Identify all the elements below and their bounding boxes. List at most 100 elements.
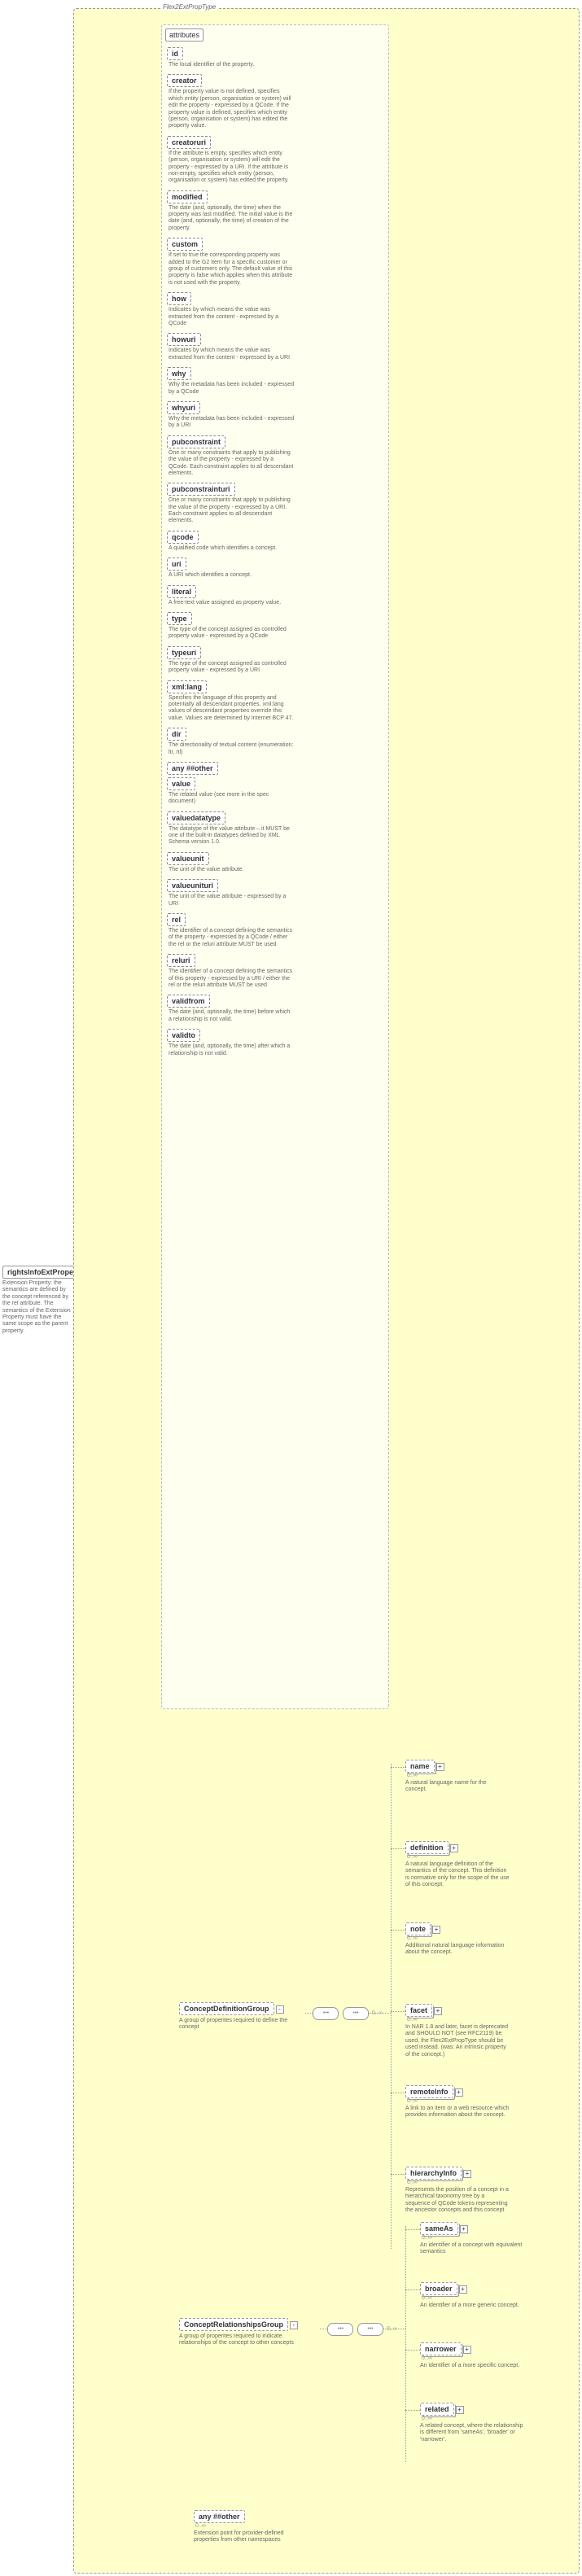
attribute-name: literal bbox=[167, 585, 196, 598]
child-desc: An identifier of a more specific concept… bbox=[420, 2363, 519, 2369]
attribute-literal: literalA free-text value assigned as pro… bbox=[167, 585, 383, 606]
choice-compositor-icon bbox=[357, 2323, 383, 2336]
child-element-box: related bbox=[420, 2403, 454, 2416]
attribute-creatoruri: creatoruriIf the attribute is empty, spe… bbox=[167, 136, 383, 185]
attribute-whyuri: whyuri Why the metadata has been included… bbox=[167, 401, 383, 430]
attribute-valueunit: valueunit The unit of the value attribute… bbox=[167, 852, 383, 873]
attribute-desc: The directionality of textual content (e… bbox=[168, 742, 295, 756]
attribute-name: any ##other bbox=[167, 762, 218, 775]
expand-icon[interactable]: + bbox=[434, 2007, 442, 2015]
attribute-name: whyuri bbox=[167, 401, 200, 414]
attribute-desc: The date (and, optionally, the time) whe… bbox=[168, 205, 295, 233]
expand-icon[interactable]: + bbox=[460, 2225, 468, 2233]
sequence-compositor-icon bbox=[327, 2323, 353, 2336]
child-element-box: facet bbox=[405, 2004, 432, 2017]
child-occurrence: 0..∞ bbox=[405, 2017, 510, 2023]
attribute-validto: validtoThe date (and, optionally, the ti… bbox=[167, 1029, 383, 1057]
attribute-desc: The identifier of a concept defining the… bbox=[168, 928, 295, 948]
attribute-name: why bbox=[167, 367, 191, 380]
attribute-desc: Indicates by which means the value was e… bbox=[168, 307, 295, 327]
child-element-box: narrower bbox=[420, 2342, 462, 2355]
attribute-name: creator bbox=[167, 74, 202, 87]
child-occurrence: 0..∞ bbox=[420, 2235, 524, 2241]
expand-icon[interactable]: + bbox=[436, 1763, 444, 1771]
attribute-desc: The related value (see more in the spec … bbox=[168, 792, 295, 806]
child-element-box: broader bbox=[420, 2282, 457, 2295]
any-other-occurrence: 0..∞ bbox=[194, 2523, 373, 2529]
attribute-desc: Indicates by which means the value was e… bbox=[168, 348, 295, 361]
child-occurrence: 0..∞ bbox=[405, 2180, 510, 2185]
child-occurrence: 0..∞ bbox=[405, 1854, 510, 1860]
attribute-desc: Specifies the language of this property … bbox=[168, 695, 295, 723]
attribute-name: typeuri bbox=[167, 646, 201, 659]
expand-icon[interactable]: + bbox=[456, 2406, 464, 2414]
expand-icon[interactable]: + bbox=[455, 2088, 463, 2097]
expand-icon[interactable]: + bbox=[432, 1926, 440, 1934]
child-hierarchyInfo: hierarchyInfo+0..∞Represents the positio… bbox=[405, 2167, 510, 2215]
child-occurrence: 0..∞ bbox=[405, 2098, 510, 2104]
child-desc: A link to an item or a web resource whic… bbox=[405, 2106, 510, 2119]
attribute-desc: The local identifier of the property. bbox=[168, 62, 295, 68]
child-occurrence: 0..∞ bbox=[420, 2295, 519, 2301]
cdg-desc: A group of properites required to define… bbox=[179, 2018, 301, 2031]
attribute-typeuri: typeuri The type of the concept assigned … bbox=[167, 646, 383, 675]
attribute-desc: The identifier of a concept defining the… bbox=[168, 969, 295, 989]
attribute-pubconstrainturi: pubconstrainturiOne or many constraints … bbox=[167, 483, 383, 525]
child-note: note+0..∞Additional natural language inf… bbox=[405, 1922, 510, 1957]
child-remoteInfo: remoteInfo+0..∞A link to an item or a we… bbox=[405, 2085, 510, 2119]
child-occurrence: 0..∞ bbox=[405, 1935, 510, 1941]
attribute-desc: Why the metadata has been included - exp… bbox=[168, 416, 295, 430]
attribute-name: dir bbox=[167, 728, 186, 741]
collapse-icon[interactable]: - bbox=[290, 2321, 298, 2329]
attribute-name: modified bbox=[167, 190, 208, 203]
attributes-group: attributes idThe local identifier of the… bbox=[161, 24, 389, 1709]
child-desc: An identifier of a more generic concept. bbox=[420, 2303, 519, 2309]
attribute-name: uri bbox=[167, 558, 186, 571]
attribute-name: validfrom bbox=[167, 995, 210, 1008]
child-occurrence: 0..∞ bbox=[405, 1773, 510, 1778]
attribute-name: valueunituri bbox=[167, 879, 218, 892]
expand-icon[interactable]: + bbox=[459, 2285, 467, 2294]
child-narrower: narrower+0..∞An identifier of a more spe… bbox=[420, 2342, 519, 2369]
child-desc: A natural language definition of the sem… bbox=[405, 1861, 510, 1889]
attribute-validfrom: validfromThe date (and, optionally, the … bbox=[167, 995, 383, 1023]
attribute-desc: If set to true the corresponding propert… bbox=[168, 252, 295, 286]
child-element-box: hierarchyInfo bbox=[405, 2167, 462, 2180]
attribute-desc: The unit of the value attribute - expres… bbox=[168, 894, 295, 908]
attribute-valueunituri: valueunituri The unit of the value attrib… bbox=[167, 879, 383, 908]
attribute-desc: The unit of the value attribute. bbox=[168, 867, 295, 873]
collapse-icon[interactable]: - bbox=[276, 2005, 284, 2014]
attribute-how: howIndicates by which means the value wa… bbox=[167, 292, 383, 327]
expand-icon[interactable]: + bbox=[450, 1844, 458, 1852]
attribute-name: reluri bbox=[167, 954, 195, 967]
any-other-desc: Extension point for provider-defined pro… bbox=[194, 2530, 308, 2544]
attribute-creator: creatorIf the property value is not defi… bbox=[167, 74, 383, 129]
attribute-desc: The type of the concept assigned as cont… bbox=[168, 661, 295, 675]
child-name: name+0..∞A natural language name for the… bbox=[405, 1760, 510, 1794]
attribute-rel: relThe identifier of a concept defining … bbox=[167, 913, 383, 948]
attribute-desc: Why the metadata has been included - exp… bbox=[168, 382, 295, 396]
attribute-desc: One or many constraints that apply to pu… bbox=[168, 497, 295, 525]
expand-icon[interactable]: + bbox=[463, 2346, 471, 2354]
any-other-bottom: any ##other bbox=[194, 2510, 245, 2523]
attribute-name: valueunit bbox=[167, 852, 209, 865]
attribute-desc: The date (and, optionally, the time) aft… bbox=[168, 1043, 295, 1057]
attribute-name: howuri bbox=[167, 333, 201, 346]
attribute-name: creatoruri bbox=[167, 136, 211, 149]
child-element-box: definition bbox=[405, 1841, 449, 1854]
attribute-name: xml:lang bbox=[167, 680, 207, 693]
attribute-name: custom bbox=[167, 238, 203, 251]
child-sameAs: sameAs+0..∞An identifier of a concept wi… bbox=[420, 2222, 524, 2256]
attribute-why: why Why the metadata has been included - … bbox=[167, 367, 383, 396]
child-element-box: sameAs bbox=[420, 2222, 458, 2235]
child-related: related+0..∞A related concept, where the… bbox=[420, 2403, 524, 2443]
child-definition: definition+0..∞A natural language defini… bbox=[405, 1841, 510, 1889]
expand-icon[interactable]: + bbox=[463, 2170, 471, 2178]
child-desc: Additional natural language information … bbox=[405, 1943, 510, 1957]
sequence-compositor-icon bbox=[313, 2007, 339, 2020]
attribute-name: pubconstraint bbox=[167, 435, 225, 448]
attribute-valuedatatype: valuedatatypeThe datatype of the value a… bbox=[167, 811, 383, 846]
attribute-custom: customIf set to true the corresponding p… bbox=[167, 238, 383, 286]
attribute-desc: A qualified code which identifies a conc… bbox=[168, 545, 295, 552]
child-desc: An identifier of a concept with equivale… bbox=[420, 2242, 524, 2256]
